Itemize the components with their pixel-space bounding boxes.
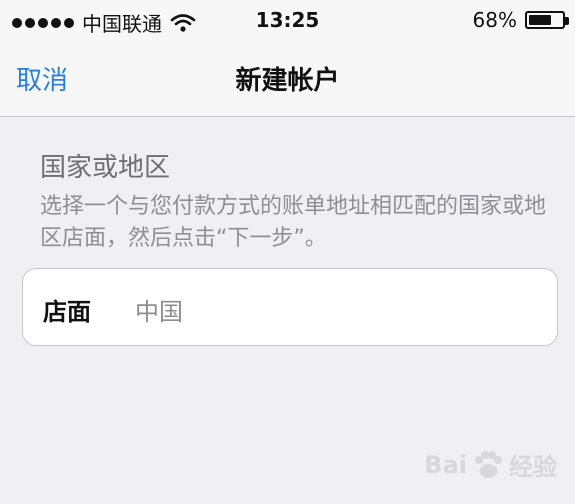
- battery-fill: [529, 15, 551, 25]
- watermark-text: Bai: [424, 450, 467, 479]
- content-area: 国家或地区 选择一个与您付款方式的账单地址相匹配的国家或地区店面，然后点击“下一…: [0, 117, 575, 504]
- watermark: Bai 经验: [424, 447, 557, 482]
- battery-cap: [565, 17, 569, 25]
- navigation-bar: 取消 新建帐户: [0, 40, 575, 117]
- store-label: 店面: [43, 298, 91, 326]
- battery-icon: [525, 11, 569, 29]
- section-title: 国家或地区: [40, 153, 171, 183]
- page-title: 新建帐户: [235, 66, 340, 96]
- store-selector-row[interactable]: 店面 中国: [22, 268, 558, 346]
- store-value: 中国: [135, 298, 183, 326]
- battery-percent: 68%: [472, 8, 517, 32]
- status-bar: 中国联通 13:25 68%: [0, 0, 575, 40]
- watermark-text-2: 经验: [509, 453, 557, 481]
- paw-logo-icon: [475, 450, 502, 478]
- section-description: 选择一个与您付款方式的账单地址相匹配的国家或地区店面，然后点击“下一步”。: [40, 194, 547, 251]
- status-bar-right: 68%: [472, 8, 569, 32]
